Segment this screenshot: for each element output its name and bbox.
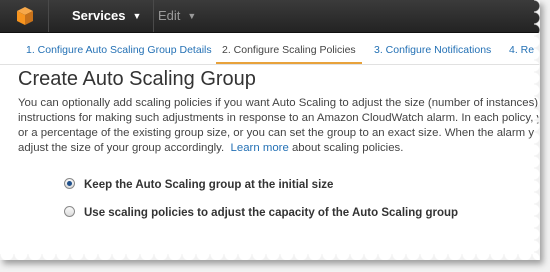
- description-line: instructions for making such adjustments…: [18, 112, 540, 124]
- option-keep-initial-size[interactable]: Keep the Auto Scaling group at the initi…: [64, 178, 333, 194]
- top-nav-bar: Services ▼ Edit ▼: [0, 0, 540, 33]
- screenshot-frame: Services ▼ Edit ▼ 1. Configure Auto Scalin…: [0, 0, 540, 260]
- radio-use-scaling-policies[interactable]: [64, 206, 75, 217]
- description-text: about scaling policies.: [291, 142, 404, 154]
- option-use-scaling-policies[interactable]: Use scaling policies to adjust the capac…: [64, 206, 458, 222]
- description-line: adjust the size of your group accordingl…: [18, 141, 540, 156]
- description-line: or a percentage of the existing group si…: [18, 127, 535, 139]
- option-label: Use scaling policies to adjust the capac…: [84, 207, 459, 219]
- torn-edge: [0, 254, 540, 260]
- step-review[interactable]: 4. Re: [509, 40, 534, 62]
- step-configure-group-details[interactable]: 1. Configure Auto Scaling Group Details: [26, 40, 212, 62]
- learn-more-link[interactable]: Learn more: [231, 142, 289, 154]
- chevron-down-icon: ▼: [187, 11, 197, 21]
- step-configure-notifications[interactable]: 3. Configure Notifications: [374, 40, 491, 62]
- page-description: You can optionally add scaling policies …: [18, 96, 540, 156]
- page-title: Create Auto Scaling Group: [18, 68, 256, 90]
- aws-logo[interactable]: [0, 0, 49, 32]
- radio-keep-initial-size[interactable]: [64, 178, 75, 189]
- chevron-down-icon: ▼: [132, 11, 142, 21]
- edit-menu[interactable]: Edit ▼: [148, 0, 206, 32]
- torn-edge: [534, 0, 540, 260]
- description-text: adjust the size of your group accordingl…: [18, 142, 225, 154]
- option-label: Keep the Auto Scaling group at the initi…: [84, 179, 334, 191]
- description-line: You can optionally add scaling policies …: [18, 97, 539, 109]
- step-configure-scaling-policies[interactable]: 2. Configure Scaling Policies: [216, 40, 362, 64]
- services-menu[interactable]: Services ▼: [58, 0, 155, 32]
- wizard-steps: 1. Configure Auto Scaling Group Details …: [0, 40, 540, 65]
- edit-label: Edit: [158, 8, 181, 23]
- services-label: Services: [72, 8, 126, 23]
